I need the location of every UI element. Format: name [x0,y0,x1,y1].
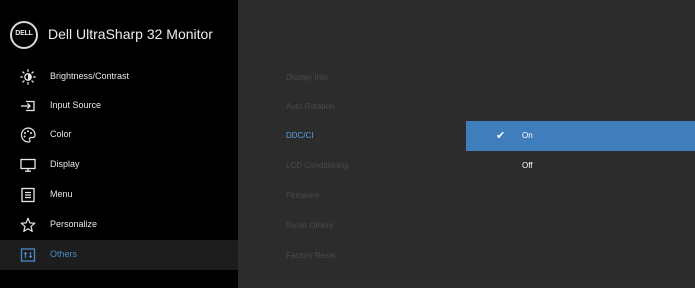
checkmark-icon: ✔ [496,130,506,142]
submenu-item-firmware[interactable]: Firmware [286,191,319,200]
submenu-item-lcd-conditioning[interactable]: LCD Conditioning [286,161,349,170]
option-label: Off [522,161,533,170]
menu-item-label: Others [50,249,78,259]
submenu-item-reset-others[interactable]: Reset Others [286,221,333,230]
display-icon [20,157,36,173]
option-label: On [522,131,533,140]
dell-logo-text: DELL [15,30,33,37]
menu-item-personalize[interactable]: Personalize [0,210,238,240]
menu-item-color[interactable]: Color [0,120,238,150]
menu-item-brightness-contrast[interactable]: Brightness/Contrast [0,62,238,92]
submenu-item-display-info[interactable]: Display Info [286,73,328,82]
dell-logo: DELL [10,21,38,49]
menu-item-label: Personalize [50,219,98,229]
menu-item-display[interactable]: Display [0,150,238,180]
osd-sidebar: DELL Dell UltraSharp 32 Monitor Brightne… [0,0,238,288]
menu-item-label: Menu [50,189,73,199]
menu-item-input-source[interactable]: Input Source [0,91,238,121]
menu-icon [20,187,36,203]
submenu-item-factory-reset[interactable]: Factory Reset [286,251,336,260]
monitor-title: Dell UltraSharp 32 Monitor [48,26,213,42]
menu-item-label: Color [50,129,72,139]
option-on[interactable]: ✔ On [466,121,695,151]
submenu-item-ddc-ci[interactable]: DDC/CI [286,131,314,140]
menu-item-menu[interactable]: Menu [0,180,238,210]
option-off[interactable]: Off [466,151,695,181]
star-icon [20,217,36,233]
menu-item-label: Display [50,159,80,169]
brightness-icon [20,69,36,85]
color-palette-icon [20,127,36,143]
others-icon [20,247,36,263]
menu-item-label: Brightness/Contrast [50,71,130,81]
monitor-osd: DELL Dell UltraSharp 32 Monitor Brightne… [0,0,695,288]
input-source-icon [20,98,36,114]
menu-item-others[interactable]: Others [0,240,238,270]
submenu-item-auto-rotation[interactable]: Auto Rotation [286,102,334,111]
menu-item-label: Input Source [50,100,102,110]
osd-header: DELL Dell UltraSharp 32 Monitor [0,0,238,60]
